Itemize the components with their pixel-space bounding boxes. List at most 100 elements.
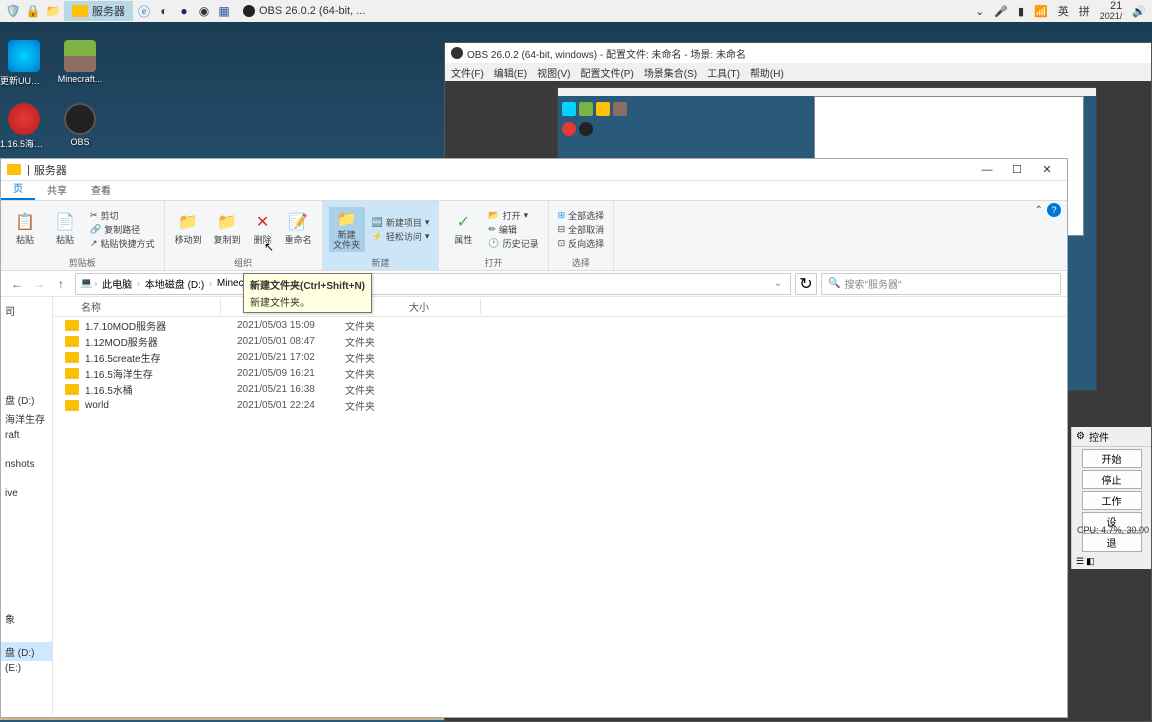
up-button[interactable]: ↑ — [51, 274, 71, 294]
desktop-icon-label: 1.16.5海洋生存 — [0, 137, 48, 150]
gear-icon[interactable]: ⚙ — [1076, 431, 1085, 442]
obs-menu-profile[interactable]: 配置文件(P) — [580, 65, 633, 80]
invert-select-button[interactable]: ⊡反向选择 — [555, 237, 608, 250]
tab-view[interactable]: 查看 — [79, 179, 123, 200]
move-button[interactable]: 📁移动到 — [171, 210, 206, 248]
file-row[interactable]: 1.16.5create生存 2021/05/21 17:02 文件夹 — [53, 349, 1067, 365]
taskbar-eclipse-icon[interactable]: ● — [175, 2, 193, 20]
desktop-icon-uu[interactable]: 更新UU加速器 — [0, 40, 48, 87]
new-item-button[interactable]: 🆕新建项目▾ — [369, 216, 433, 229]
sidebar-item[interactable]: raft — [1, 428, 52, 443]
minimize-button[interactable]: — — [973, 161, 1001, 179]
sidebar-item[interactable]: 司 — [1, 301, 52, 320]
battery-icon[interactable]: ▮ — [1018, 5, 1024, 18]
obs-exit-button[interactable]: 退 — [1082, 533, 1142, 552]
taskbar-lock-icon[interactable]: 🔒 — [24, 2, 42, 20]
explorer-body: 司 盘 (D:) 海洋生存 raft nshots ive 象 盘 (D:) (… — [1, 297, 1067, 715]
breadcrumb[interactable]: 💻 › 此电脑 › 本地磁盘 (D:) › Minecraft › 服务器 › … — [75, 273, 791, 295]
tab-share[interactable]: 共享 — [35, 179, 79, 200]
ribbon-group-label: 打开 — [445, 255, 541, 269]
file-row[interactable]: 1.16.5水桶 2021/05/21 16:38 文件夹 — [53, 381, 1067, 397]
file-row[interactable]: 1.12MOD服务器 2021/05/01 08:47 文件夹 — [53, 333, 1067, 349]
paste-shortcut-button[interactable]: ↗粘贴快捷方式 — [87, 237, 158, 250]
taskbar-word-icon[interactable]: ▦ — [215, 2, 233, 20]
search-input[interactable]: 🔍 搜索"服务器" — [821, 273, 1061, 295]
ime-lang[interactable]: 英 — [1058, 3, 1069, 19]
sidebar-item-selected[interactable]: 盘 (D:) — [1, 642, 52, 661]
taskbar-obs-item[interactable]: OBS 26.0.2 (64-bit, ... — [235, 1, 373, 21]
taskbar-folder-label: 服务器 — [92, 3, 125, 19]
select-none-button[interactable]: ⊟全部取消 — [555, 223, 608, 236]
history-button[interactable]: 🕐历史记录 — [485, 237, 541, 250]
sidebar-item[interactable]: 象 — [1, 609, 52, 628]
tab-home[interactable]: 页 — [1, 177, 35, 200]
obs-studio-button[interactable]: 工作 — [1082, 491, 1142, 510]
help-icon[interactable]: ? — [1047, 203, 1061, 217]
properties-button[interactable]: ✓ 属性 — [445, 210, 481, 248]
refresh-button[interactable]: ↻ — [795, 273, 817, 295]
breadcrumb-pc[interactable]: 此电脑 — [99, 276, 135, 291]
clock-time[interactable]: 21 — [1100, 1, 1123, 11]
taskbar-chrome-icon[interactable]: ◉ — [195, 2, 213, 20]
rename-button[interactable]: 📝重命名 — [281, 210, 316, 248]
obs-menu-edit[interactable]: 编辑(E) — [494, 65, 527, 80]
sidebar-item[interactable]: ive — [1, 486, 52, 501]
folder-icon — [65, 384, 79, 395]
obs-menu-help[interactable]: 帮助(H) — [750, 65, 784, 80]
breadcrumb-drive[interactable]: 本地磁盘 (D:) — [142, 276, 207, 291]
new-folder-button[interactable]: 📁 新建 文件夹 — [329, 207, 365, 252]
select-all-button[interactable]: ⊞全部选择 — [555, 209, 608, 222]
forward-button[interactable]: → — [29, 274, 49, 294]
tooltip-desc: 新建文件夹。 — [250, 294, 365, 309]
back-button[interactable]: ← — [7, 274, 27, 294]
obs-menu-file[interactable]: 文件(F) — [451, 65, 484, 80]
sidebar-item[interactable]: 盘 (D:) — [1, 390, 52, 409]
delete-button[interactable]: ✕删除 — [249, 210, 277, 248]
file-row[interactable]: world 2021/05/01 22:24 文件夹 — [53, 397, 1067, 413]
sidebar-item[interactable]: 海洋生存 — [1, 409, 52, 428]
chevron-down-icon[interactable]: ⌄ — [975, 5, 984, 18]
new-folder-tooltip: 新建文件夹(Ctrl+Shift+N) 新建文件夹。 — [243, 273, 372, 313]
search-icon: 🔍 — [828, 278, 840, 289]
volume-icon[interactable]: 🔊 — [1132, 5, 1146, 18]
col-name[interactable]: 名称 — [53, 299, 221, 314]
taskbar-app-icon[interactable]: ◐ — [155, 2, 173, 20]
paste-button[interactable]: 📄 粘贴 — [47, 210, 83, 248]
sidebar-item[interactable]: nshots — [1, 457, 52, 472]
maximize-button[interactable]: ☐ — [1003, 161, 1031, 179]
pin-button[interactable]: 📋 粘贴 — [7, 210, 43, 248]
obs-titlebar[interactable]: OBS 26.0.2 (64-bit, windows) - 配置文件: 未命名… — [445, 43, 1151, 63]
obs-stop-button[interactable]: 停止 — [1082, 470, 1142, 489]
copy-button[interactable]: 📁复制到 — [210, 210, 245, 248]
edit-button[interactable]: ✏编辑 — [485, 223, 541, 236]
chevron-down-icon[interactable]: ⌄ — [774, 278, 786, 289]
wifi-icon[interactable]: 📶 — [1034, 5, 1048, 18]
desktop-icon-folder[interactable]: 1.16.5海洋生存 — [0, 103, 48, 150]
ime-mode[interactable]: 拼 — [1079, 3, 1090, 19]
obs-menu-view[interactable]: 视图(V) — [537, 65, 570, 80]
col-size[interactable]: 大小 — [401, 299, 481, 314]
obs-menu-tools[interactable]: 工具(T) — [707, 65, 740, 80]
taskbar-explorer-icon[interactable]: 📁 — [44, 2, 62, 20]
taskbar-folder-item[interactable]: 服务器 — [64, 1, 133, 21]
desktop-icon-minecraft[interactable]: Minecraft... — [56, 40, 104, 87]
taskbar-edge-icon[interactable]: ⓔ — [135, 2, 153, 20]
easy-access-button[interactable]: ⚡轻松访问▾ — [369, 230, 433, 243]
desktop-icon-obs[interactable]: OBS — [56, 103, 104, 150]
toggle-icon[interactable]: ◧ — [1086, 556, 1095, 567]
explorer-titlebar[interactable]: | 服务器 — ☐ ✕ — [1, 159, 1067, 181]
clock-date[interactable]: 2021/ — [1100, 11, 1123, 21]
cut-button[interactable]: ✂剪切 — [87, 209, 158, 222]
chevron-up-icon[interactable]: ⌃ — [1035, 205, 1043, 216]
obs-start-button[interactable]: 开始 — [1082, 449, 1142, 468]
sidebar-item[interactable]: (E:) — [1, 661, 52, 676]
open-button[interactable]: 📂打开▾ — [485, 209, 541, 222]
list-icon[interactable]: ☰ — [1076, 556, 1084, 567]
file-row[interactable]: 1.7.10MOD服务器 2021/05/03 15:09 文件夹 — [53, 317, 1067, 333]
mic-icon[interactable]: 🎤 — [994, 5, 1008, 18]
taskbar-shield-icon[interactable]: 🛡️ — [4, 2, 22, 20]
file-row[interactable]: 1.16.5海洋生存 2021/05/09 16:21 文件夹 — [53, 365, 1067, 381]
close-button[interactable]: ✕ — [1033, 161, 1061, 179]
copy-path-button[interactable]: 🔗复制路径 — [87, 223, 158, 236]
obs-menu-scene[interactable]: 场景集合(S) — [644, 65, 697, 80]
